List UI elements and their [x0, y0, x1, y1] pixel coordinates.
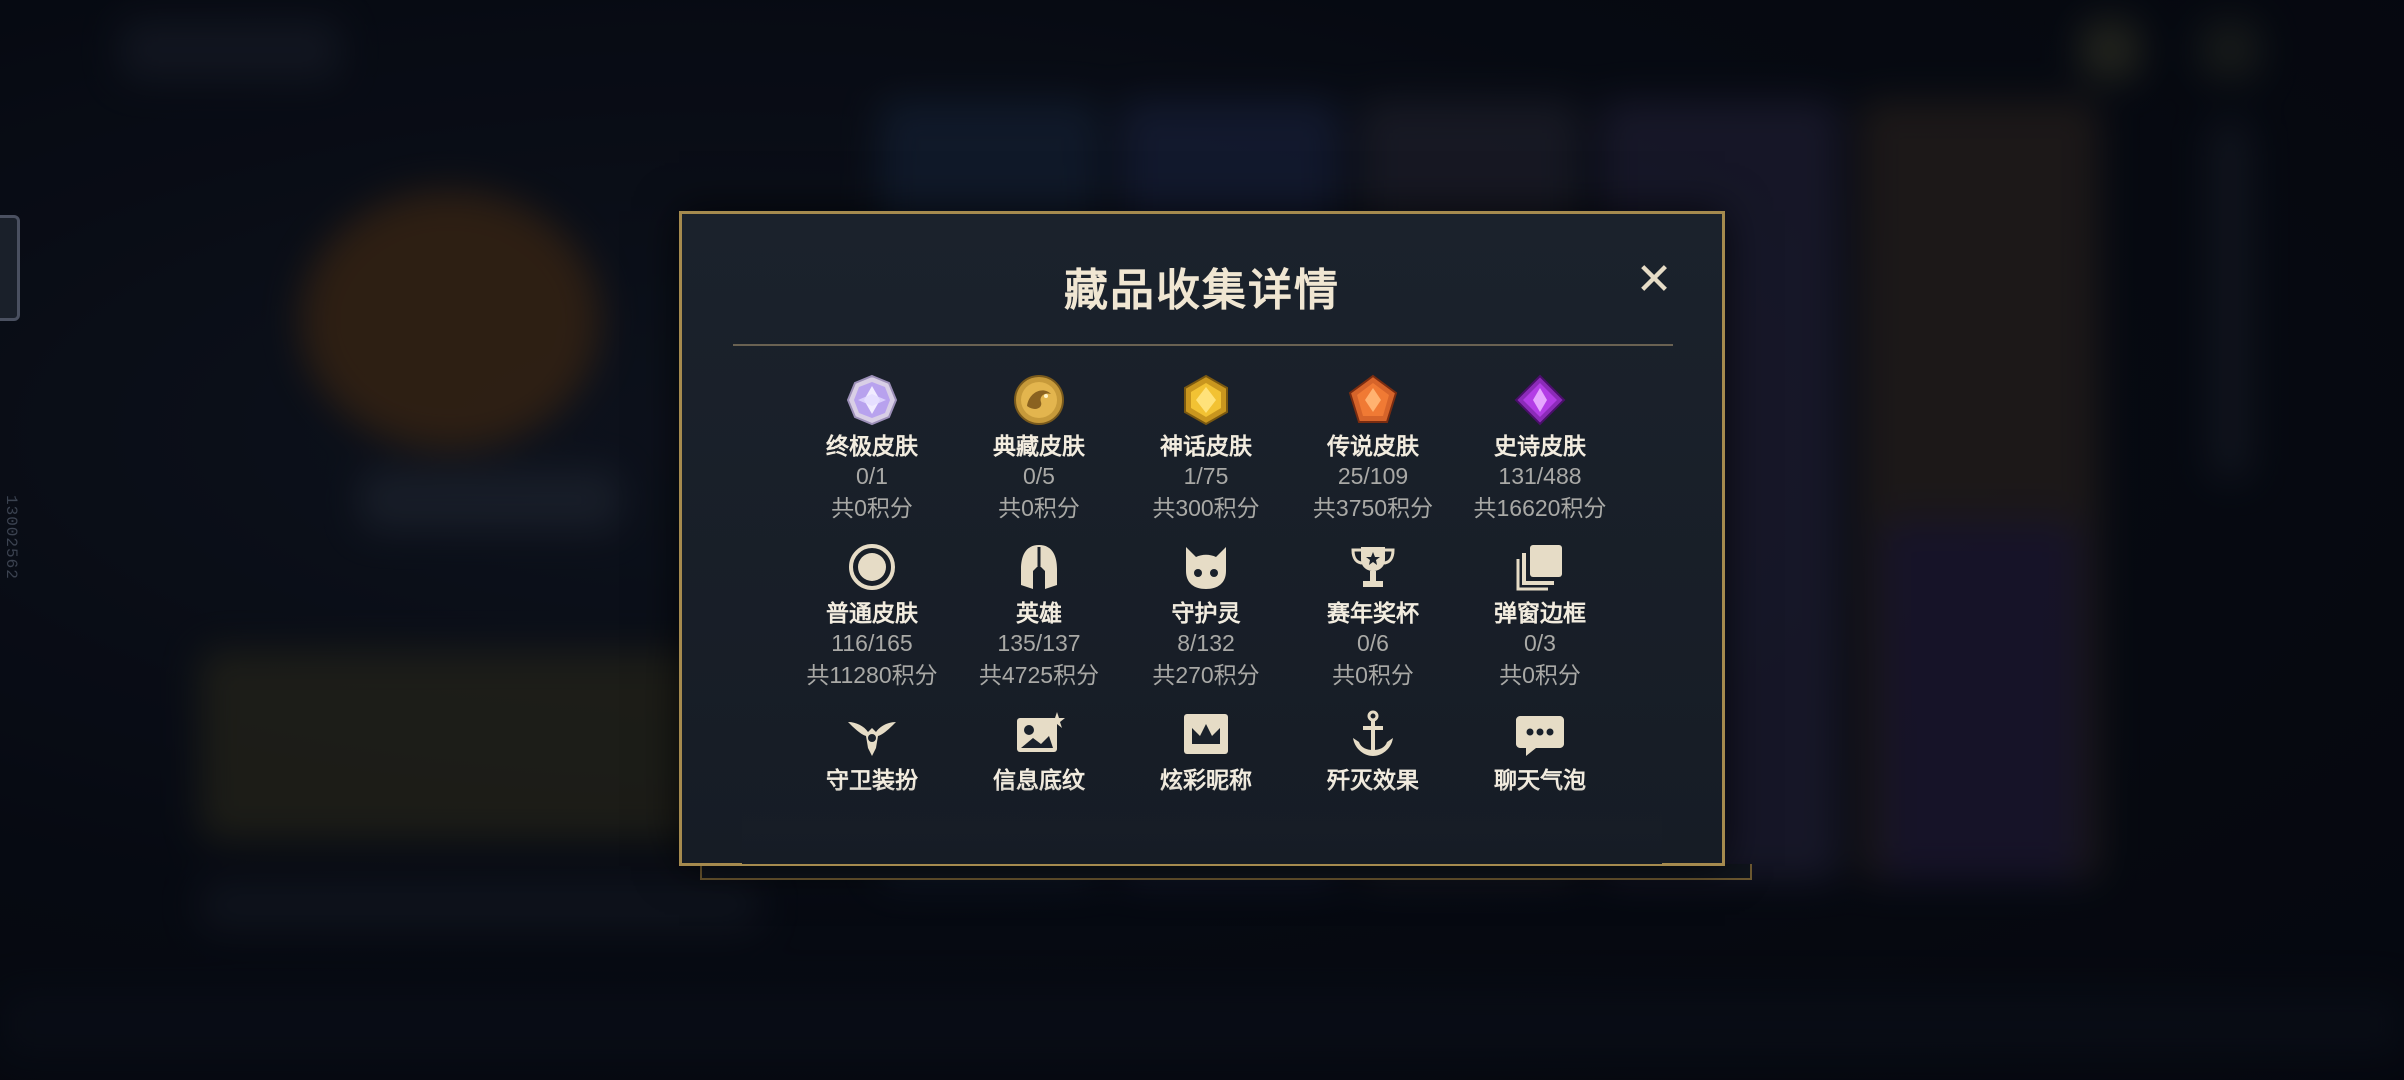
category-points: 共3750积分: [1312, 495, 1434, 521]
category-points: 共11280积分: [806, 662, 938, 688]
category-annual-trophies[interactable]: 赛年奖杯 0/6 共0积分: [1283, 541, 1463, 691]
category-ward-skins[interactable]: 守卫装扮: [782, 708, 962, 794]
category-name: 聊天气泡: [1494, 767, 1586, 793]
helmet-icon: [1021, 545, 1057, 589]
ward-skin-icon: [848, 722, 896, 756]
category-ultimate-skins[interactable]: 终极皮肤 0/1 共0积分: [782, 374, 962, 524]
category-name: 歼灭效果: [1327, 767, 1419, 793]
collection-grid: 终极皮肤 0/1 共0积分 典藏皮肤 0/5 共0积分 神话皮肤 1/75 共3…: [682, 214, 1722, 863]
category-name: 赛年奖杯: [1327, 600, 1419, 626]
epic-gem-icon: [1514, 374, 1566, 426]
category-name: 典藏皮肤: [993, 433, 1085, 459]
player-id-text: 13002562: [2, 495, 20, 580]
category-popup-frames[interactable]: 弹窗边框 0/3 共0积分: [1450, 541, 1630, 691]
category-standard-skins[interactable]: 普通皮肤 116/165 共11280积分: [782, 541, 962, 691]
mythic-gem-icon: [1184, 374, 1228, 426]
prestige-dragon-icon: [1014, 375, 1064, 425]
category-points: 共0积分: [1332, 662, 1414, 688]
ultimate-gem-icon: [846, 374, 898, 426]
category-info-banners[interactable]: 信息底纹: [949, 708, 1129, 794]
category-points: 共16620积分: [1473, 495, 1607, 521]
category-finisher-effects[interactable]: 歼灭效果: [1283, 708, 1463, 794]
category-count: 0/1: [856, 463, 888, 489]
category-points: 共0积分: [1499, 662, 1581, 688]
category-colorful-nicknames[interactable]: 炫彩昵称: [1116, 708, 1296, 794]
legendary-gem-icon: [1348, 374, 1398, 423]
category-count: 25/109: [1337, 463, 1409, 489]
category-champions[interactable]: 英雄 135/137 共4725积分: [949, 541, 1129, 691]
category-name: 传说皮肤: [1327, 433, 1419, 459]
category-epic-skins[interactable]: 史诗皮肤 131/488 共16620积分: [1450, 374, 1630, 524]
category-count: 135/137: [997, 630, 1081, 656]
side-tab-handle[interactable]: [0, 215, 20, 321]
category-points: 共0积分: [998, 495, 1080, 521]
category-name: 信息底纹: [993, 767, 1085, 793]
category-name: 守卫装扮: [826, 767, 918, 793]
category-count: 0/5: [1023, 463, 1055, 489]
category-name: 守护灵: [1171, 600, 1241, 626]
modal-bottom-edge: [700, 864, 1752, 880]
category-name: 炫彩昵称: [1160, 767, 1252, 793]
category-count: 131/488: [1498, 463, 1582, 489]
category-count: 0/6: [1357, 630, 1389, 656]
category-name: 普通皮肤: [826, 600, 918, 626]
crown-nameplate-icon: [1184, 714, 1228, 754]
standard-ring-icon: [849, 544, 895, 590]
trophy-icon: [1351, 547, 1395, 587]
category-points: 共4725积分: [978, 662, 1100, 688]
category-name: 史诗皮肤: [1494, 433, 1586, 459]
chat-bubble-icon: [1516, 716, 1564, 756]
little-legend-icon: [1186, 547, 1226, 589]
category-name: 弹窗边框: [1494, 600, 1586, 626]
category-points: 共270积分: [1152, 662, 1260, 688]
banner-image-icon: [1017, 712, 1065, 752]
category-name: 英雄: [1016, 600, 1062, 626]
category-chat-bubbles[interactable]: 聊天气泡: [1450, 708, 1630, 794]
category-prestige-skins[interactable]: 典藏皮肤 0/5 共0积分: [949, 374, 1129, 524]
category-legendary-skins[interactable]: 传说皮肤 25/109 共3750积分: [1283, 374, 1463, 524]
category-count: 116/165: [831, 630, 913, 656]
anchor-finisher-icon: [1353, 710, 1393, 756]
category-count: 8/132: [1177, 630, 1235, 656]
category-name: 神话皮肤: [1160, 433, 1252, 459]
category-mythic-skins[interactable]: 神话皮肤 1/75 共300积分: [1116, 374, 1296, 524]
category-count: 1/75: [1183, 463, 1229, 489]
category-points: 共0积分: [831, 495, 913, 521]
category-little-legends[interactable]: 守护灵 8/132 共270积分: [1116, 541, 1296, 691]
collection-details-modal: 藏品收集详情 ✕ 终极皮肤 0/1 共0积分 典藏皮肤 0/5 共0积分 神话皮…: [679, 211, 1725, 866]
category-count: 0/3: [1524, 630, 1556, 656]
frame-stack-icon: [1516, 545, 1562, 591]
category-name: 终极皮肤: [826, 433, 918, 459]
category-points: 共300积分: [1152, 495, 1260, 521]
